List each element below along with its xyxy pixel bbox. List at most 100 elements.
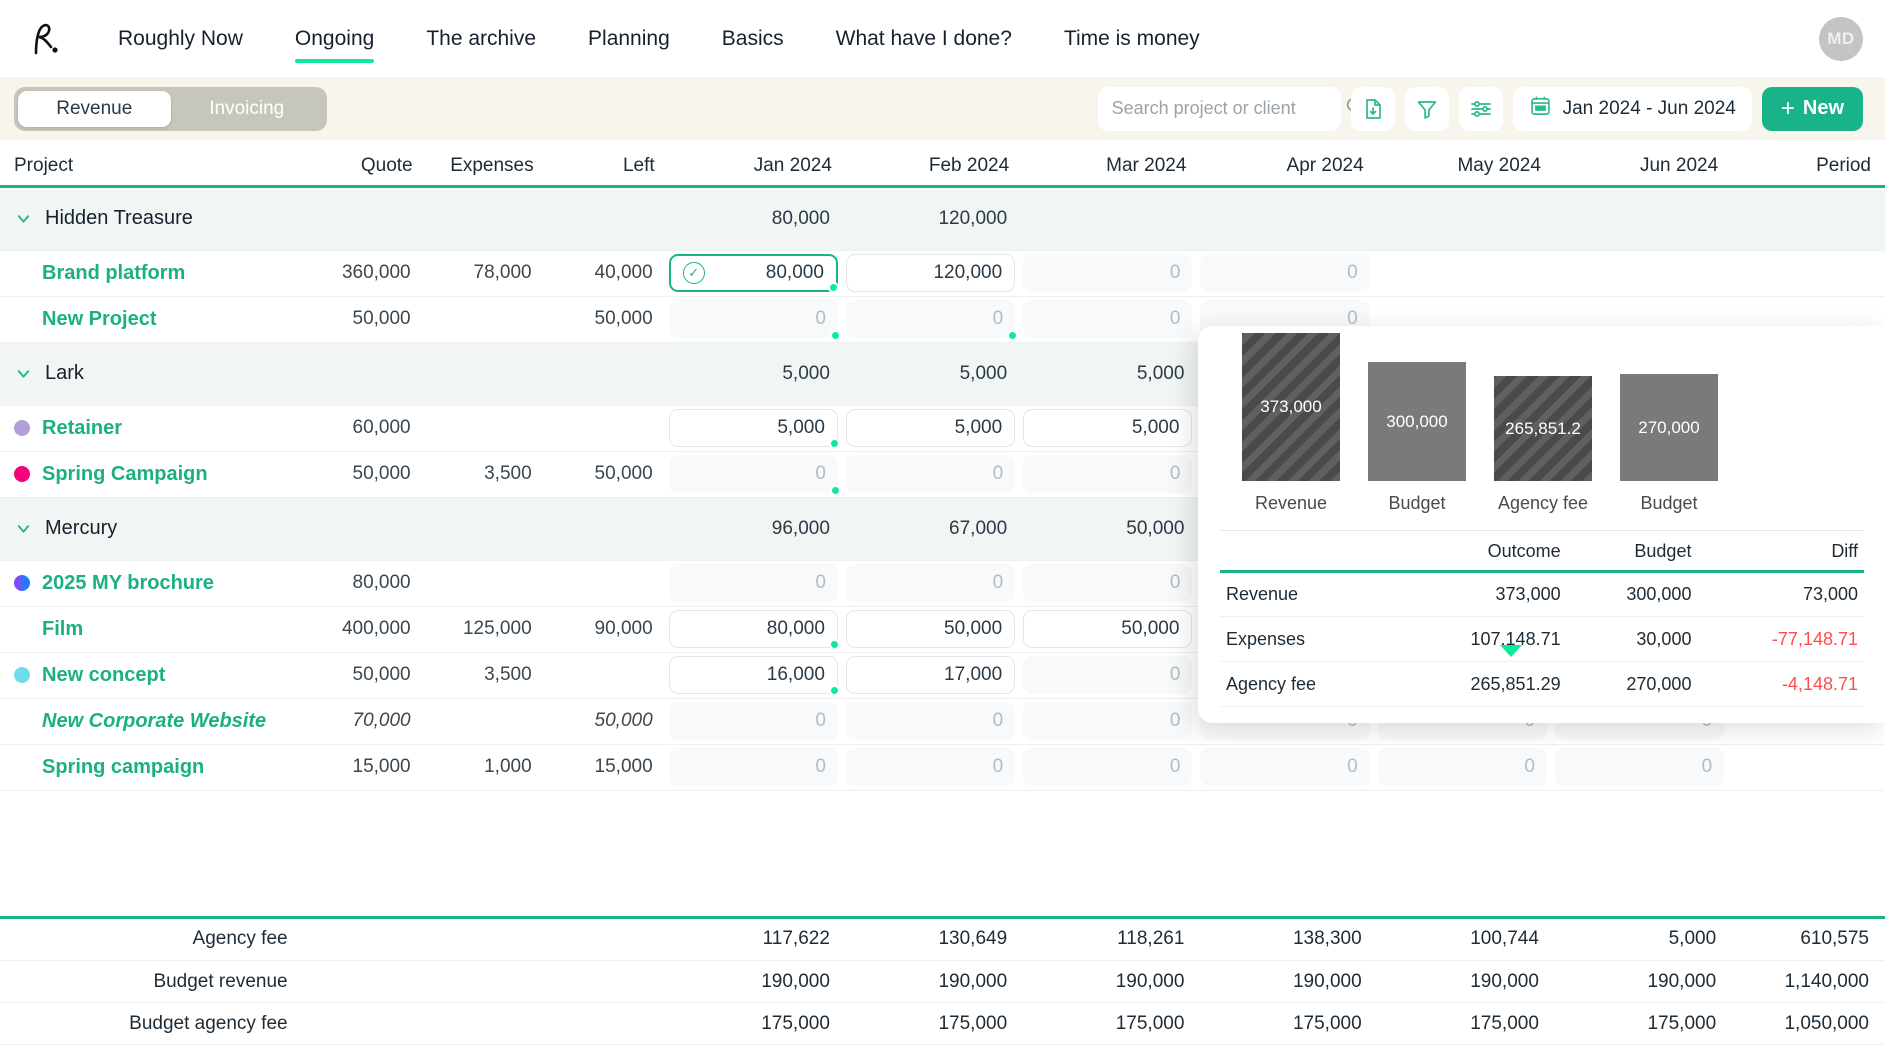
month-cell[interactable]: 80,000 <box>668 606 846 652</box>
month-cell[interactable]: 80,000 <box>669 186 846 250</box>
month-input-empty[interactable]: 0 <box>1023 702 1193 740</box>
month-input-empty[interactable]: 0 <box>668 300 841 341</box>
month-cell[interactable]: 5,000 <box>846 342 1023 405</box>
group-name[interactable]: Hidden Treasure <box>45 207 193 230</box>
expenses-cell[interactable]: 125,000 <box>427 606 548 652</box>
month-cell[interactable]: 5,000 <box>1023 342 1200 405</box>
expenses-cell[interactable]: 1,000 <box>427 744 548 790</box>
month-cell[interactable] <box>1378 250 1555 296</box>
month-input-filled[interactable]: 5,000 <box>668 409 840 449</box>
month-cell[interactable]: 16,000 <box>668 652 846 698</box>
month-cell[interactable]: 0 <box>845 744 1023 790</box>
quote-cell[interactable] <box>306 497 427 560</box>
month-input-filled[interactable]: 17,000 <box>845 656 1016 694</box>
month-cell[interactable]: 0 <box>845 560 1023 606</box>
app-logo[interactable] <box>22 17 66 61</box>
project-name[interactable]: Film <box>42 618 83 641</box>
quote-cell[interactable]: 80,000 <box>306 560 427 606</box>
toggle-invoicing[interactable]: Invoicing <box>171 91 324 127</box>
month-cell[interactable]: 0 <box>1200 250 1377 296</box>
month-cell[interactable]: 0 <box>1023 250 1200 296</box>
search-box[interactable] <box>1097 86 1364 131</box>
group-name[interactable]: Lark <box>45 362 84 385</box>
left-cell[interactable] <box>548 560 669 606</box>
filter-button[interactable] <box>1404 86 1449 131</box>
column-header-jan-2024[interactable]: Jan 2024 <box>669 140 846 186</box>
month-input-empty[interactable]: 0 <box>845 702 1016 740</box>
month-cell[interactable]: 120,000 <box>845 250 1023 296</box>
month-cell[interactable]: 5,000 <box>668 405 846 451</box>
search-input[interactable] <box>1111 98 1344 119</box>
quote-cell[interactable]: 360,000 <box>306 250 427 296</box>
left-cell[interactable] <box>548 405 669 451</box>
month-cell[interactable]: 0 <box>1554 744 1732 790</box>
column-header-jun-2024[interactable]: Jun 2024 <box>1555 140 1732 186</box>
nav-item-roughly-now[interactable]: Roughly Now <box>92 24 269 54</box>
quote-cell[interactable] <box>306 186 427 250</box>
month-input-empty[interactable]: 0 <box>1554 748 1725 786</box>
period-total-cell[interactable] <box>1732 186 1885 250</box>
column-header-feb-2024[interactable]: Feb 2024 <box>846 140 1023 186</box>
month-cell[interactable]: 50,000 <box>1023 606 1200 652</box>
month-input-empty[interactable]: 0 <box>1023 300 1193 338</box>
expenses-cell[interactable] <box>427 342 548 405</box>
left-cell[interactable]: 50,000 <box>548 451 669 497</box>
month-cell[interactable]: 0 <box>668 560 846 606</box>
month-cell[interactable]: 50,000 <box>845 606 1023 652</box>
left-cell[interactable] <box>548 652 669 698</box>
left-cell[interactable]: 50,000 <box>548 698 669 744</box>
expenses-cell[interactable] <box>427 497 548 560</box>
check-circle-icon[interactable]: ✓ <box>682 262 705 284</box>
column-header-quote[interactable]: Quote <box>306 140 427 186</box>
month-input-empty[interactable]: 0 <box>1200 254 1370 292</box>
month-cell[interactable]: 0 <box>845 451 1023 497</box>
month-cell[interactable]: 120,000 <box>846 186 1023 250</box>
left-cell[interactable] <box>548 342 669 405</box>
column-header-expenses[interactable]: Expenses <box>427 140 548 186</box>
month-input-empty[interactable]: 0 <box>668 702 838 740</box>
column-header-apr-2024[interactable]: Apr 2024 <box>1200 140 1377 186</box>
chevron-down-icon[interactable] <box>14 519 33 538</box>
left-cell[interactable]: 40,000 <box>548 250 669 296</box>
left-cell[interactable] <box>548 186 669 250</box>
month-input-empty[interactable]: 0 <box>1023 656 1193 694</box>
toggle-revenue[interactable]: Revenue <box>18 90 171 127</box>
month-cell[interactable]: 0 <box>668 744 846 790</box>
month-cell[interactable]: 0 <box>1023 652 1200 698</box>
quote-cell[interactable]: 50,000 <box>306 652 427 698</box>
project-name[interactable]: Retainer <box>42 417 122 440</box>
month-input-empty[interactable]: 0 <box>668 748 838 786</box>
month-input-filled[interactable]: 50,000 <box>1023 610 1193 648</box>
month-cell[interactable]: ✓ 80,000 <box>668 250 846 296</box>
nav-item-time-is-money[interactable]: Time is money <box>1038 24 1226 54</box>
month-cell[interactable]: 50,000 <box>1023 497 1200 560</box>
month-input-empty[interactable]: 0 <box>1200 748 1370 786</box>
month-cell[interactable]: 0 <box>1023 560 1200 606</box>
column-header-may-2024[interactable]: May 2024 <box>1378 140 1555 186</box>
left-cell[interactable]: 90,000 <box>548 606 669 652</box>
project-name[interactable]: 2025 MY brochure <box>42 572 214 595</box>
nav-item-ongoing[interactable]: Ongoing <box>269 24 400 63</box>
expenses-cell[interactable] <box>427 405 548 451</box>
month-cell[interactable]: 0 <box>1377 744 1555 790</box>
month-input-filled[interactable]: 5,000 <box>1023 409 1193 447</box>
month-cell[interactable]: 0 <box>1023 698 1200 744</box>
month-input-empty[interactable]: 0 <box>845 564 1016 602</box>
expenses-cell[interactable]: 3,500 <box>427 652 548 698</box>
period-total-cell[interactable] <box>1732 250 1885 296</box>
column-header-project[interactable]: Project <box>0 140 306 186</box>
month-cell[interactable]: 0 <box>1200 744 1377 790</box>
left-cell[interactable]: 15,000 <box>548 744 669 790</box>
project-name[interactable]: Spring Campaign <box>42 463 208 486</box>
project-name[interactable]: Spring campaign <box>42 756 204 779</box>
month-cell[interactable]: 5,000 <box>1023 405 1200 451</box>
quote-cell[interactable]: 50,000 <box>306 451 427 497</box>
month-cell[interactable]: 0 <box>1023 296 1200 342</box>
expenses-cell[interactable]: 3,500 <box>427 451 548 497</box>
month-cell[interactable]: 0 <box>845 296 1023 342</box>
nav-item-the-archive[interactable]: The archive <box>400 24 562 54</box>
month-input-filled[interactable]: 16,000 <box>668 656 840 696</box>
month-input-filled[interactable]: 120,000 <box>845 254 1016 292</box>
project-name[interactable]: Brand platform <box>42 262 185 285</box>
month-input-empty[interactable]: 0 <box>845 300 1019 341</box>
